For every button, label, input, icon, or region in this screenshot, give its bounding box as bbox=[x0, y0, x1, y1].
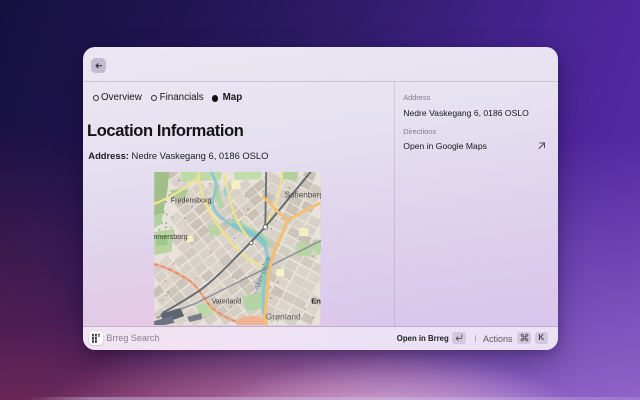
svg-text:Sofienberg: Sofienberg bbox=[285, 191, 321, 200]
svg-text:Grønland: Grønland bbox=[266, 312, 301, 322]
svg-text:mmersborg: mmersborg bbox=[154, 232, 188, 241]
svg-text:Vaterland: Vaterland bbox=[212, 299, 242, 306]
svg-text:En: En bbox=[311, 297, 320, 306]
svg-text:Fredensborg: Fredensborg bbox=[171, 196, 212, 205]
